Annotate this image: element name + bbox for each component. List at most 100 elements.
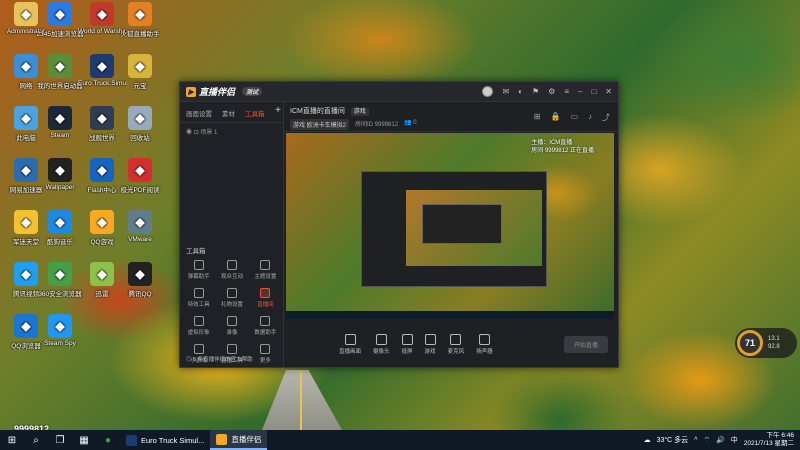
title-bar[interactable]: ▶ 直播伴侣 测试 ✉ ◐ ⚑ ⚙ ≡ – □ ✕: [180, 82, 618, 102]
tab-screen-settings[interactable]: 画面设置: [186, 108, 212, 118]
desktop-icon[interactable]: ◆ 腾讯QQ: [116, 262, 164, 298]
tool-label: 观众互动: [220, 274, 243, 280]
tool-icon: [193, 316, 204, 326]
fox-icon: ◆: [128, 2, 152, 26]
weather-icon[interactable]: ☁: [644, 436, 651, 444]
desktop-icon[interactable]: ◆ Wallpaper: [36, 158, 84, 191]
widgets-icon[interactable]: ▦: [76, 432, 92, 448]
live-preview[interactable]: 主播：ICM直播 房间 9999812 正在直播: [286, 133, 614, 319]
performance-widget[interactable]: 71 13.1 92.8: [735, 328, 797, 358]
feedback-icon[interactable]: ⚑: [532, 87, 539, 96]
tool-item[interactable]: 数据助手: [249, 316, 282, 336]
desktop-icon[interactable]: ◆ 极光PDF阅读: [116, 158, 164, 194]
task-view-icon[interactable]: ❐: [52, 432, 68, 448]
minimize-icon[interactable]: –: [578, 87, 582, 96]
desktop-icon-label: 火狐直播助手: [120, 31, 160, 38]
clock-time: 下午 6:46: [766, 431, 794, 439]
search-icon[interactable]: ⌕: [28, 432, 44, 448]
skin-icon[interactable]: ◐: [518, 87, 523, 96]
windows-start-icon[interactable]: ⊞: [4, 432, 20, 448]
desktop-icon[interactable]: ◆ 火狐直播助手: [116, 2, 164, 38]
preview-text-line2: 房间 9999812 正在直播: [531, 148, 594, 155]
desktop-icon-label: 元宝: [133, 83, 147, 90]
control-label: 扬声器: [476, 348, 493, 355]
ime-icon[interactable]: 中: [731, 435, 738, 445]
room-category[interactable]: 游戏 欧洲卡车模拟2: [290, 119, 350, 130]
game-icon: ◆: [14, 210, 38, 234]
360-taskbar-icon[interactable]: ●: [100, 432, 116, 448]
start-live-button[interactable]: 开始直播: [563, 335, 608, 353]
tool-item[interactable]: 礼物设置: [215, 288, 248, 308]
tool-item[interactable]: 更多: [249, 344, 282, 364]
grid-icon[interactable]: ⊞: [534, 112, 541, 123]
tray-expand-icon[interactable]: ^: [694, 437, 697, 444]
tool-grid: 弹幕助手 观众互动 主题设置 特效工具 礼物设置 直播间 虚拟形象 录像 数据助手 小游戏 直播工具…: [182, 260, 282, 364]
viewer-count: 👥 0: [404, 120, 417, 126]
thunder-icon: ◆: [90, 262, 114, 286]
main-area: ICM直播的直播间 游戏 游戏 欧洲卡车模拟2 房间ID 9999812 👥 0…: [284, 102, 618, 367]
desktop-icon[interactable]: ◆ 360安全浏览器: [36, 262, 84, 298]
help-note[interactable]: ◎ 5 条直播伴侣的官方帮助: [186, 355, 253, 363]
lock-room-icon[interactable]: 🔒: [550, 112, 560, 123]
desktop-icon[interactable]: ◆ 酷狗音乐: [36, 210, 84, 246]
close-icon[interactable]: ✕: [605, 87, 612, 96]
desktop-icon-label: Steam: [50, 132, 70, 139]
tool-label: 特效工具: [187, 302, 210, 308]
tab-material[interactable]: 素材: [222, 108, 235, 118]
settings-icon[interactable]: ⚙: [548, 87, 555, 96]
control-button[interactable]: 游戏: [424, 333, 436, 355]
tencent-video-icon: ◆: [14, 262, 38, 286]
volume-tray-icon[interactable]: 🔊: [716, 436, 725, 444]
tool-icon: [260, 344, 271, 354]
weather-text[interactable]: 33°C 多云: [657, 435, 689, 445]
control-button[interactable]: 投屏: [401, 333, 413, 355]
desktop-icon[interactable]: ◆ 回收站: [116, 106, 164, 142]
desktop-icon[interactable]: ◆ 2345加速浏览器: [36, 2, 84, 38]
computer-icon: ◆: [14, 106, 38, 130]
preview-text-line1: 主播：ICM直播: [531, 140, 573, 146]
tab-toolbox[interactable]: 工具箱: [245, 108, 265, 118]
room-tag[interactable]: 游戏: [350, 108, 369, 116]
tool-icon: [226, 344, 237, 354]
scene-item[interactable]: ◉ ⊡ 场景 1: [180, 123, 283, 140]
tool-item[interactable]: 录像: [215, 316, 248, 336]
share-icon[interactable]: ⤴: [602, 112, 610, 123]
add-scene-icon[interactable]: +: [275, 105, 281, 116]
message-icon[interactable]: ✉: [502, 87, 509, 96]
desktop-icon[interactable]: ◆ 我的世界启动器: [36, 54, 84, 90]
warship-icon: ◆: [90, 106, 114, 130]
desktop-icon[interactable]: ◆ Steam: [36, 106, 84, 139]
toolbox-title: 工具箱: [186, 248, 206, 255]
task-list: Euro Truck Simul... 直播伴侣: [120, 430, 268, 450]
left-tabs: 画面设置 素材 工具箱: [180, 102, 283, 123]
control-button[interactable]: 麦克风: [448, 333, 464, 355]
tool-item[interactable]: 主题设置: [249, 260, 282, 280]
maximize-icon[interactable]: □: [591, 87, 596, 96]
truck-icon: [126, 434, 137, 446]
lock-icon[interactable]: ⊡: [194, 130, 199, 136]
control-button[interactable]: 摄像头: [373, 333, 390, 355]
network-tray-icon[interactable]: ⌔: [703, 436, 710, 445]
bell-icon[interactable]: ♪: [588, 112, 592, 123]
control-button[interactable]: 直播画面: [339, 333, 361, 355]
tool-item[interactable]: 直播间: [249, 288, 282, 308]
desktop-icon[interactable]: ◆ 元宝: [116, 54, 164, 90]
chat-icon[interactable]: ▭: [570, 112, 578, 123]
menu-icon[interactable]: ≡: [564, 87, 569, 96]
tool-item[interactable]: 特效工具: [182, 288, 215, 308]
warships-icon: ◆: [90, 2, 114, 26]
avatar[interactable]: [482, 86, 494, 97]
tool-item[interactable]: 弹幕助手: [182, 260, 215, 280]
eye-icon[interactable]: ◉: [186, 130, 192, 136]
clock[interactable]: 下午 6:46 2021/7/13 星期二: [744, 432, 794, 449]
tool-item[interactable]: 虚拟形象: [182, 316, 215, 336]
desktop-icon[interactable]: ◆ Steam Spy: [36, 314, 84, 347]
desktop-icon[interactable]: ◆ VMware: [116, 210, 164, 243]
taskbar-task[interactable]: 直播伴侣: [210, 430, 268, 450]
tool-item[interactable]: 观众互动: [215, 260, 248, 280]
control-button[interactable]: 扬声器: [476, 333, 493, 355]
tool-label: 弹幕助手: [187, 274, 210, 280]
tool-icon: [193, 344, 204, 354]
qq-browser-icon: ◆: [14, 314, 38, 338]
taskbar-task[interactable]: Euro Truck Simul...: [120, 430, 210, 450]
